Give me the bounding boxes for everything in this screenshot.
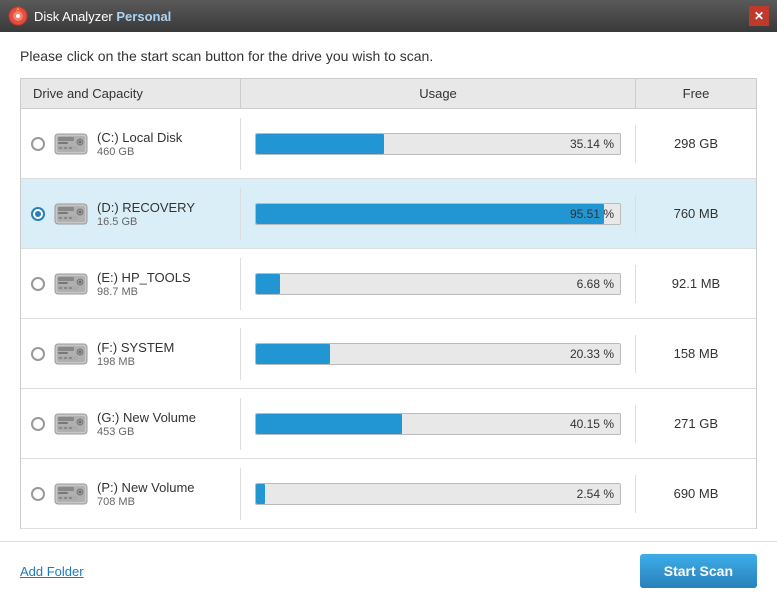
close-button[interactable]: ✕ (749, 6, 769, 26)
drive-size-f: 198 MB (97, 356, 174, 368)
drive-details-d: (D:) RECOVERY16.5 GB (97, 200, 195, 228)
usage-cell-g: 40.15 % (241, 405, 636, 443)
drive-label-c: (C:) Local Disk (97, 130, 182, 145)
radio-p[interactable] (31, 487, 45, 501)
drive-info-d: (D:) RECOVERY16.5 GB (21, 188, 241, 240)
usage-cell-d: 95.51 % (241, 195, 636, 233)
hdd-icon-p (53, 476, 89, 512)
progress-container-g: 40.15 % (255, 413, 621, 435)
drive-label-g: (G:) New Volume (97, 410, 196, 425)
drive-row-c[interactable]: (C:) Local Disk460 GB 35.14 % 298 GB (21, 109, 756, 179)
table-header: Drive and Capacity Usage Free (21, 79, 756, 109)
progress-fill-c (256, 134, 384, 154)
drive-label-f: (F:) SYSTEM (97, 340, 174, 355)
hdd-icon-g (53, 406, 89, 442)
usage-percent-p: 2.54 % (577, 487, 614, 501)
progress-fill-p (256, 484, 265, 504)
start-scan-button[interactable]: Start Scan (640, 554, 757, 588)
free-cell-f: 158 MB (636, 338, 756, 369)
radio-c[interactable] (31, 137, 45, 151)
free-cell-c: 298 GB (636, 128, 756, 159)
footer: Add Folder Start Scan (0, 541, 777, 600)
drive-row-e[interactable]: (E:) HP_TOOLS98.7 MB 6.68 % 92.1 MB (21, 249, 756, 319)
radio-d[interactable] (31, 207, 45, 221)
progress-fill-d (256, 204, 604, 224)
usage-cell-p: 2.54 % (241, 475, 636, 513)
drive-size-c: 460 GB (97, 146, 182, 158)
drive-row-f[interactable]: (F:) SYSTEM198 MB 20.33 % 158 MB (21, 319, 756, 389)
drive-info-p: (P:) New Volume708 MB (21, 468, 241, 520)
drive-label-p: (P:) New Volume (97, 480, 195, 495)
drive-details-g: (G:) New Volume453 GB (97, 410, 196, 438)
progress-fill-e (256, 274, 280, 294)
drive-size-p: 708 MB (97, 496, 195, 508)
drive-row-p[interactable]: (P:) New Volume708 MB 2.54 % 690 MB (21, 459, 756, 529)
drive-details-p: (P:) New Volume708 MB (97, 480, 195, 508)
app-icon (8, 6, 28, 26)
usage-percent-g: 40.15 % (570, 417, 614, 431)
drive-size-g: 453 GB (97, 426, 196, 438)
usage-percent-d: 95.51 % (570, 207, 614, 221)
hdd-icon-c (53, 126, 89, 162)
drive-details-f: (F:) SYSTEM198 MB (97, 340, 174, 368)
drive-label-e: (E:) HP_TOOLS (97, 270, 191, 285)
free-cell-e: 92.1 MB (636, 268, 756, 299)
usage-percent-c: 35.14 % (570, 137, 614, 151)
header-usage: Usage (241, 79, 636, 108)
free-cell-g: 271 GB (636, 408, 756, 439)
hdd-icon-d (53, 196, 89, 232)
drive-rows-container: (C:) Local Disk460 GB 35.14 % 298 GB (D:) … (21, 109, 756, 529)
title-bar: Disk Analyzer Personal ✕ (0, 0, 777, 32)
radio-e[interactable] (31, 277, 45, 291)
main-content: Please click on the start scan button fo… (0, 32, 777, 541)
usage-cell-e: 6.68 % (241, 265, 636, 303)
usage-cell-c: 35.14 % (241, 125, 636, 163)
progress-container-e: 6.68 % (255, 273, 621, 295)
header-drive: Drive and Capacity (21, 79, 241, 108)
free-cell-d: 760 MB (636, 198, 756, 229)
drive-details-c: (C:) Local Disk460 GB (97, 130, 182, 158)
usage-percent-f: 20.33 % (570, 347, 614, 361)
drive-row-d[interactable]: (D:) RECOVERY16.5 GB 95.51 % 760 MB (21, 179, 756, 249)
drive-info-g: (G:) New Volume453 GB (21, 398, 241, 450)
hdd-icon-e (53, 266, 89, 302)
progress-container-f: 20.33 % (255, 343, 621, 365)
progress-container-c: 35.14 % (255, 133, 621, 155)
drive-row-g[interactable]: (G:) New Volume453 GB 40.15 % 271 GB (21, 389, 756, 459)
drive-info-f: (F:) SYSTEM198 MB (21, 328, 241, 380)
title-bar-appname: Disk Analyzer Personal (34, 9, 171, 24)
instruction-text: Please click on the start scan button fo… (20, 48, 757, 64)
hdd-icon-f (53, 336, 89, 372)
progress-container-d: 95.51 % (255, 203, 621, 225)
drive-size-d: 16.5 GB (97, 216, 195, 228)
drive-info-e: (E:) HP_TOOLS98.7 MB (21, 258, 241, 310)
free-cell-p: 690 MB (636, 478, 756, 509)
progress-fill-g (256, 414, 402, 434)
drive-size-e: 98.7 MB (97, 286, 191, 298)
radio-f[interactable] (31, 347, 45, 361)
header-free: Free (636, 79, 756, 108)
usage-cell-f: 20.33 % (241, 335, 636, 373)
drive-label-d: (D:) RECOVERY (97, 200, 195, 215)
progress-fill-f (256, 344, 330, 364)
drives-table: Drive and Capacity Usage Free (C:) Local… (20, 78, 757, 529)
add-folder-link[interactable]: Add Folder (20, 564, 84, 579)
usage-percent-e: 6.68 % (577, 277, 614, 291)
title-bar-left: Disk Analyzer Personal (8, 6, 171, 26)
drive-details-e: (E:) HP_TOOLS98.7 MB (97, 270, 191, 298)
progress-container-p: 2.54 % (255, 483, 621, 505)
drive-info-c: (C:) Local Disk460 GB (21, 118, 241, 170)
radio-g[interactable] (31, 417, 45, 431)
